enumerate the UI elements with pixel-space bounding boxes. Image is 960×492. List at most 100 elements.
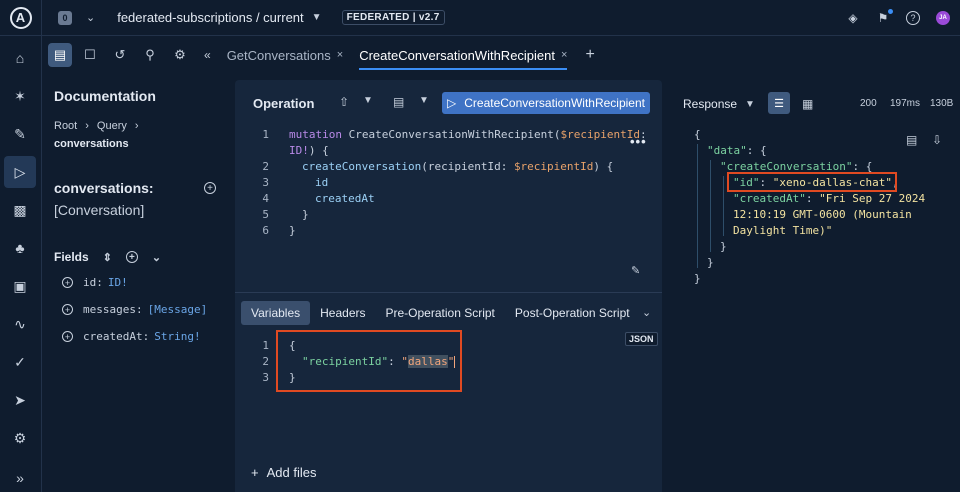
field-item-type[interactable]: String! xyxy=(154,330,200,343)
field-item[interactable]: + id: ID! xyxy=(62,276,128,289)
chevron-down-double-icon[interactable]: ⌄ xyxy=(642,306,651,319)
line-number: 2 xyxy=(262,355,269,368)
apollo-logo-icon: A xyxy=(9,6,32,29)
nav-settings-icon[interactable]: ⚙ xyxy=(4,422,36,454)
org-badge[interactable]: 0 xyxy=(58,10,72,25)
announcement-icon[interactable]: ⚑ xyxy=(876,9,893,25)
share-icon[interactable]: ⇧ xyxy=(339,95,349,109)
breadcrumb-root[interactable]: Root xyxy=(54,120,77,132)
save-icon[interactable]: ▤ xyxy=(393,95,404,109)
json-badge[interactable]: JSON xyxy=(625,332,658,346)
tab-pre-operation-script[interactable]: Pre-Operation Script xyxy=(376,301,505,325)
search-icon[interactable]: ⚲ xyxy=(138,43,162,67)
add-field-icon[interactable]: + xyxy=(62,331,73,342)
operation-name: CreateConversationWithRecipient( xyxy=(341,128,561,141)
tab-post-operation-script[interactable]: Post-Operation Script xyxy=(505,301,640,325)
field-type[interactable]: [Conversation] xyxy=(54,202,144,218)
nav-schema-icon[interactable]: ✶ xyxy=(4,80,36,112)
operation-title: Operation xyxy=(253,96,315,111)
field-item[interactable]: + createdAt: String! xyxy=(62,330,201,343)
top-bar: A 0 ⌄ federated-subscriptions / current … xyxy=(0,0,960,36)
download-icon[interactable]: ⇩ xyxy=(932,133,942,147)
layers-icon[interactable]: ◈ xyxy=(846,11,860,25)
collapse-sidebar-icon[interactable]: « xyxy=(204,48,211,62)
copy-icon[interactable]: ▤ xyxy=(906,133,917,147)
help-icon[interactable]: ? xyxy=(906,11,920,25)
keyword: mutation xyxy=(289,128,342,141)
apollo-logo[interactable]: A xyxy=(0,0,42,36)
add-field-icon[interactable]: + xyxy=(62,304,73,315)
response-line: 12:10:19 GMT-0600 (Mountain xyxy=(733,208,912,221)
gear-icon[interactable]: ⚙ xyxy=(168,43,192,67)
nav-insights-icon[interactable]: ∿ xyxy=(4,308,36,340)
history-icon[interactable]: ↺ xyxy=(108,43,132,67)
sort-icon[interactable]: ⇕ xyxy=(103,251,112,264)
response-selector[interactable]: Response ▼ xyxy=(683,97,755,111)
org-chevron-down-icon[interactable]: ⌄ xyxy=(86,11,95,24)
nav-checkmark-icon[interactable]: ✓ xyxy=(4,346,36,378)
field-item-type[interactable]: [Message] xyxy=(148,303,208,316)
nav-launches-icon[interactable]: ➤ xyxy=(4,384,36,416)
table-view-icon[interactable]: ▦ xyxy=(802,97,813,111)
add-files-button[interactable]: + Add files xyxy=(251,465,316,480)
line-number: 5 xyxy=(262,208,269,221)
field-item[interactable]: + messages: [Message] xyxy=(62,303,207,316)
indent-guide xyxy=(697,144,698,268)
run-operation-button[interactable]: ▷ CreateConversationWithRecipient xyxy=(442,92,650,114)
json-key: "data" xyxy=(707,144,747,157)
response-line: } xyxy=(707,256,714,269)
code-line: } xyxy=(289,224,296,237)
code-line: createConversation(recipientId: $recipie… xyxy=(302,160,613,173)
add-field-icon[interactable]: + xyxy=(62,277,73,288)
fields-header: Fields ⇕ + ⌄ xyxy=(54,250,161,264)
nav-subgraphs-icon[interactable]: ♣ xyxy=(4,232,36,264)
line-number: 3 xyxy=(262,371,269,384)
close-icon[interactable]: × xyxy=(337,49,343,61)
code-line: ID!) { xyxy=(289,144,329,157)
variable: $recipientId xyxy=(513,160,594,173)
add-tab-button[interactable]: + xyxy=(585,46,594,64)
nav-expand-icon[interactable]: » xyxy=(4,462,36,492)
breadcrumb: Root › Query › xyxy=(54,120,139,132)
chevron-down-icon[interactable]: ⌄ xyxy=(152,251,161,264)
response-size: 130B xyxy=(930,98,954,109)
left-navigation: ⌂ ✶ ✎ ▷ ▩ ♣ ▣ ∿ ✓ ➤ ⚙ » xyxy=(0,36,42,492)
field-name: conversations: xyxy=(54,180,154,196)
run-label: CreateConversationWithRecipient xyxy=(464,96,645,110)
json-key: "createdAt" xyxy=(733,192,806,205)
line-number: 1 xyxy=(262,128,269,141)
graph-chevron-down-icon[interactable]: ▼ xyxy=(312,12,322,23)
close-icon[interactable]: × xyxy=(561,49,567,61)
line-number: 4 xyxy=(262,192,269,205)
breadcrumb-query[interactable]: Query xyxy=(97,120,127,132)
chevron-down-icon[interactable]: ▼ xyxy=(419,95,429,106)
annotation-highlight-box xyxy=(727,172,897,192)
code-line: } xyxy=(302,208,309,221)
add-all-icon[interactable]: + xyxy=(125,251,138,263)
tab-get-conversations[interactable]: GetConversations × xyxy=(227,36,344,74)
add-field-icon[interactable]: + xyxy=(204,182,216,194)
add-files-label: Add files xyxy=(266,465,317,480)
bookmark-icon[interactable]: ☐ xyxy=(78,43,102,67)
chevron-right-icon: › xyxy=(134,120,139,132)
json-view-icon[interactable]: ☰ xyxy=(768,92,790,114)
nav-changelog-icon[interactable]: ✎ xyxy=(4,118,36,150)
annotation-highlight-box xyxy=(276,330,462,392)
field-item-name: createdAt: xyxy=(83,330,150,343)
nav-checks-icon[interactable]: ▩ xyxy=(4,194,36,226)
chevron-down-icon[interactable]: ▼ xyxy=(363,95,373,106)
nav-explorer-icon[interactable]: ▷ xyxy=(4,156,36,188)
tab-create-conversation[interactable]: CreateConversationWithRecipient × xyxy=(359,36,568,74)
graph-variant-selector[interactable]: federated-subscriptions / current xyxy=(117,10,303,25)
field-item-type[interactable]: ID! xyxy=(108,276,128,289)
variables-panel: Variables Headers Pre-Operation Script P… xyxy=(235,292,662,492)
json-value: "Fri Sep 27 2024 xyxy=(819,192,926,205)
documentation-icon[interactable]: ▤ xyxy=(48,43,72,67)
tab-variables[interactable]: Variables xyxy=(241,301,311,325)
nav-clients-icon[interactable]: ▣ xyxy=(4,270,36,302)
user-avatar[interactable]: JA xyxy=(936,11,950,25)
tab-headers[interactable]: Headers xyxy=(310,301,375,325)
status-code: 200 xyxy=(860,98,877,109)
nav-home-icon[interactable]: ⌂ xyxy=(4,42,36,74)
prettify-icon[interactable]: ✎ xyxy=(631,264,640,277)
